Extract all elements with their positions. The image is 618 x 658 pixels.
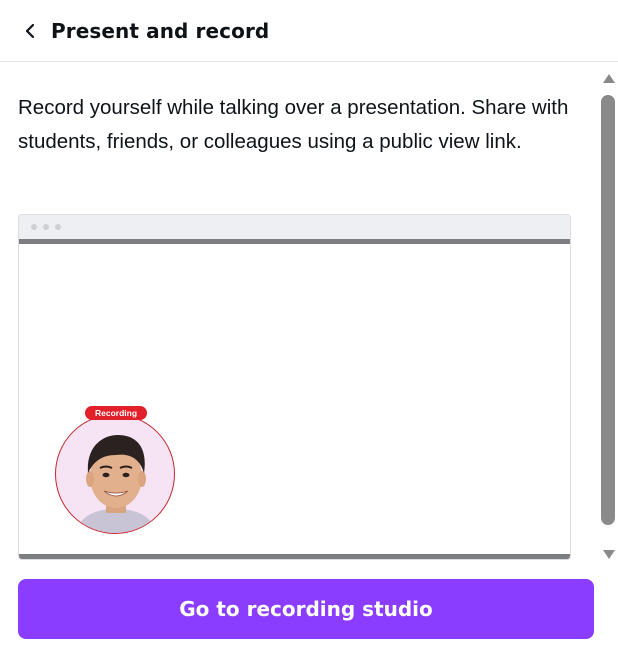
- panel-header: Present and record: [0, 0, 618, 62]
- scroll-down-button[interactable]: [601, 547, 617, 561]
- window-dot: [43, 224, 49, 230]
- scroll-thumb[interactable]: [601, 95, 615, 525]
- panel-content: Record yourself while talking over a pre…: [0, 63, 618, 563]
- scroll-up-button[interactable]: [601, 71, 617, 85]
- presenter-avatar: [55, 414, 175, 534]
- vertical-scrollbar[interactable]: [600, 63, 618, 563]
- triangle-up-icon: [603, 73, 615, 83]
- window-dot: [55, 224, 61, 230]
- back-button[interactable]: [19, 20, 41, 42]
- slide-bottom-border: [19, 554, 570, 559]
- presenter-camera-bubble: Recording: [55, 406, 179, 534]
- chevron-left-icon: [25, 23, 35, 38]
- panel-footer: Go to recording studio: [0, 563, 618, 658]
- go-to-recording-studio-button[interactable]: Go to recording studio: [18, 579, 594, 639]
- slide-top-border: [19, 239, 570, 244]
- recording-preview-illustration: Recording: [18, 214, 571, 560]
- triangle-down-icon: [603, 549, 615, 559]
- presenter-portrait: [74, 435, 158, 533]
- present-and-record-panel: Present and record Record yourself while…: [0, 0, 618, 658]
- window-dot: [31, 224, 37, 230]
- recording-badge: Recording: [85, 406, 147, 420]
- panel-title: Present and record: [51, 18, 270, 43]
- browser-topbar: [19, 215, 570, 239]
- description-text: Record yourself while talking over a pre…: [18, 96, 569, 153]
